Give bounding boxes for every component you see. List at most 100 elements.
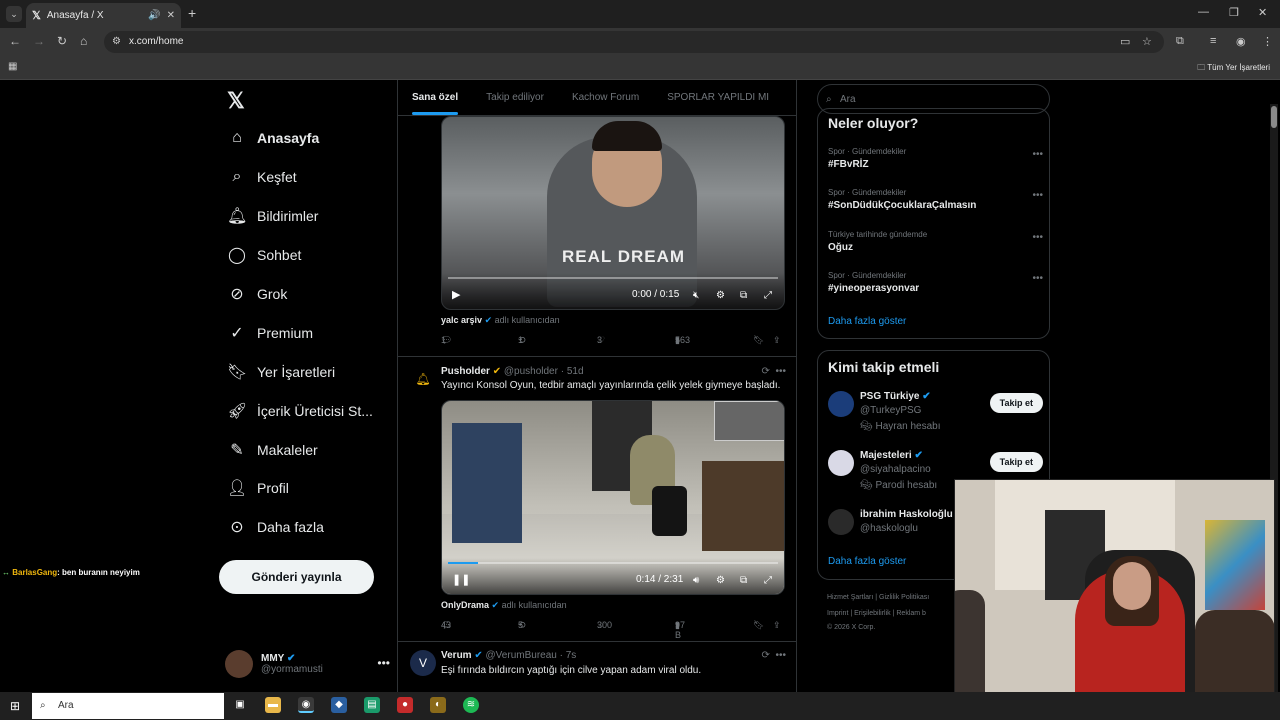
tab-for-you[interactable]: Sana özel (398, 80, 472, 115)
fullscreen-icon[interactable]: ⤢ (764, 575, 772, 586)
trend-category: Türkiye tarihinde gündemde (828, 230, 928, 239)
tweet-author[interactable]: Pusholder (441, 366, 490, 377)
nav-grok[interactable]: ⊘ Grok (227, 279, 287, 309)
video-source[interactable]: yalc arşiv ✔ adlı kullanıcıdan (441, 315, 560, 326)
pip-icon[interactable]: ⧉ (740, 290, 747, 301)
nav-notifications[interactable]: 🔔︎ Bildirimler (227, 201, 318, 231)
bookmark-button-icon[interactable]: 🔖︎ (753, 335, 764, 346)
follow-button[interactable]: Takip et (989, 393, 1043, 413)
minimize-icon[interactable]: — (1198, 6, 1209, 18)
nav-chat[interactable]: ◯ Sohbet (227, 240, 301, 270)
cast-icon[interactable]: ▭ (1120, 35, 1130, 48)
nav-home[interactable]: ⌂ Anasayfa (227, 123, 319, 153)
nav-articles[interactable]: ✎ Makaleler (227, 435, 317, 465)
star-icon[interactable]: ☆ (1142, 35, 1152, 48)
app-icon[interactable]: ▤ (364, 697, 380, 713)
profile-icon[interactable]: ◉ (1236, 35, 1246, 48)
apps-grid-icon[interactable]: ▦ (8, 61, 17, 72)
follow-suggestion[interactable]: PSG Türkiye ✔ @TurkeyPSG 🎭︎ Hayran hesab… (828, 391, 1043, 435)
trend-more-icon[interactable]: ••• (1032, 232, 1043, 243)
chrome-icon[interactable]: ◉ (298, 697, 314, 713)
taskbar-search[interactable]: ⌕ Ara (32, 693, 224, 719)
follow-button[interactable]: Takip et (989, 452, 1043, 472)
play-icon[interactable]: ▶ (452, 288, 460, 301)
media-icon[interactable]: ≡ (1210, 35, 1216, 47)
who-show-more[interactable]: Daha fazla göster (828, 556, 906, 567)
menu-icon[interactable]: ⋮ (1262, 35, 1273, 48)
fullscreen-icon[interactable]: ⤢ (764, 290, 772, 301)
video-player[interactable]: ❚❚ 0:14 / 2:31 🔊︎ ⚙ ⧉ ⤢ (441, 400, 785, 595)
nav-explore[interactable]: ⌕ Keşfet (227, 162, 297, 192)
browser-tab[interactable]: 𝕏 Anasayfa / X 🔊 ✕ (26, 3, 181, 28)
taskbar-search-placeholder: Ara (58, 700, 74, 711)
tweet-author[interactable]: Verum (441, 650, 472, 661)
tab-close-icon[interactable]: ✕ (167, 10, 175, 21)
bookmark-button-icon[interactable]: 🔖︎ (753, 620, 764, 631)
x-logo-icon[interactable]: 𝕏 (227, 88, 245, 114)
pause-icon[interactable]: ❚❚ (452, 573, 470, 586)
all-bookmarks[interactable]: 🗀 Tüm Yer İşaretleri (1197, 62, 1270, 76)
app-icon[interactable]: ◆ (331, 697, 347, 713)
trends-show-more[interactable]: Daha fazla göster (828, 316, 906, 327)
back-icon[interactable]: ← (9, 34, 21, 48)
restore-icon[interactable]: ❐ (1229, 6, 1239, 19)
nav-bookmarks[interactable]: 🔖︎ Yer İşaretleri (227, 357, 335, 387)
account-switcher[interactable]: MMY ✔ @yormamusti ••• (225, 646, 390, 682)
close-window-icon[interactable]: ✕ (1258, 6, 1267, 19)
address-bar[interactable]: ⚙ x.com/home (104, 31, 1164, 53)
pusholder-avatar[interactable]: 🔔︎ (410, 366, 436, 392)
footer-links[interactable]: Hizmet Şartları | Gizlilik Politikası (827, 594, 929, 601)
pip-icon[interactable]: ⧉ (740, 575, 747, 586)
trend-more-icon[interactable]: ••• (1032, 190, 1043, 201)
new-tab-icon[interactable]: + (188, 5, 196, 21)
post-button[interactable]: Gönderi yayınla (219, 560, 374, 594)
repost-count: 1 (518, 335, 524, 345)
mute-icon[interactable]: 🔇︎ (693, 290, 699, 301)
trend-item[interactable]: Spor · Gündemdekiler #SonDüdükÇocuklaraÇ… (828, 188, 1043, 211)
nav-more[interactable]: ⊙ Daha fazla (227, 512, 324, 542)
bell-icon: 🔔︎ (227, 208, 248, 225)
tweet-more-icon[interactable]: ⟳ ••• (762, 650, 786, 661)
tab-kachow-forum[interactable]: Kachow Forum (558, 80, 653, 115)
file-explorer-icon[interactable]: ▬ (265, 697, 281, 713)
home-browser-icon[interactable]: ⌂ (80, 34, 87, 48)
trend-item[interactable]: Türkiye tarihinde gündemde Oğuz ••• (828, 230, 1043, 253)
tweet-more-icon[interactable]: ⟳ ••• (762, 366, 786, 377)
reload-icon[interactable]: ↻ (57, 34, 67, 48)
account-more-icon[interactable]: ••• (377, 656, 390, 670)
gold-verified-icon: ✔ (492, 366, 502, 377)
video-progress[interactable] (448, 562, 778, 564)
trend-more-icon[interactable]: ••• (1032, 273, 1043, 284)
settings-icon[interactable]: ⚙ (716, 290, 725, 301)
share-icon[interactable]: ⇪ (773, 620, 781, 631)
extensions-icon[interactable]: ⧉ (1176, 35, 1184, 48)
timeline-tabs: Sana özel Takip ediliyor Kachow Forum SP… (398, 80, 796, 116)
verum-avatar[interactable]: V (410, 650, 436, 676)
trend-more-icon[interactable]: ••• (1032, 149, 1043, 160)
forward-icon[interactable]: → (33, 34, 45, 48)
tab-search-icon[interactable]: ⌄ (6, 6, 22, 22)
spotify-icon[interactable]: ≋ (463, 697, 479, 713)
app-icon[interactable]: ● (397, 697, 413, 713)
scrollbar-thumb[interactable] (1271, 106, 1277, 128)
tab-sporlar[interactable]: SPORLAR YAPILDI MI (653, 80, 783, 115)
task-view-icon[interactable]: ▣ (232, 697, 248, 713)
windows-start-icon[interactable]: ⊞ (10, 699, 20, 713)
settings-icon[interactable]: ⚙ (716, 575, 725, 586)
trend-item[interactable]: Spor · Gündemdekiler #yineoperasyonvar •… (828, 271, 1043, 294)
nav-premium[interactable]: ✓ Premium (227, 318, 313, 348)
nav-creator-studio[interactable]: 🚀︎ İçerik Üreticisi St... (227, 396, 373, 426)
volume-icon[interactable]: 🔊︎ (693, 575, 699, 586)
nav-profile[interactable]: 👤︎ Profil (227, 473, 289, 503)
tab-following[interactable]: Takip ediliyor (472, 80, 558, 115)
video-player[interactable]: REAL DREAM ▶ 0:00 / 0:15 🔇︎ ⚙ ⧉ ⤢ (441, 116, 785, 310)
share-icon[interactable]: ⇪ (773, 335, 781, 346)
site-info-icon[interactable]: ⚙ (112, 31, 121, 53)
app-icon[interactable]: ◐ (430, 697, 446, 713)
footer-links[interactable]: Imprint | Erişilebilirlik | Reklam b (827, 610, 926, 617)
trend-item[interactable]: Spor · Gündemdekiler #FBvRİZ ••• (828, 147, 1043, 170)
video-source[interactable]: OnlyDrama ✔ adlı kullanıcıdan (441, 600, 567, 611)
more-icon: ⊙ (230, 519, 244, 536)
video-progress[interactable] (448, 277, 778, 279)
audio-icon[interactable]: 🔊 (148, 10, 160, 21)
